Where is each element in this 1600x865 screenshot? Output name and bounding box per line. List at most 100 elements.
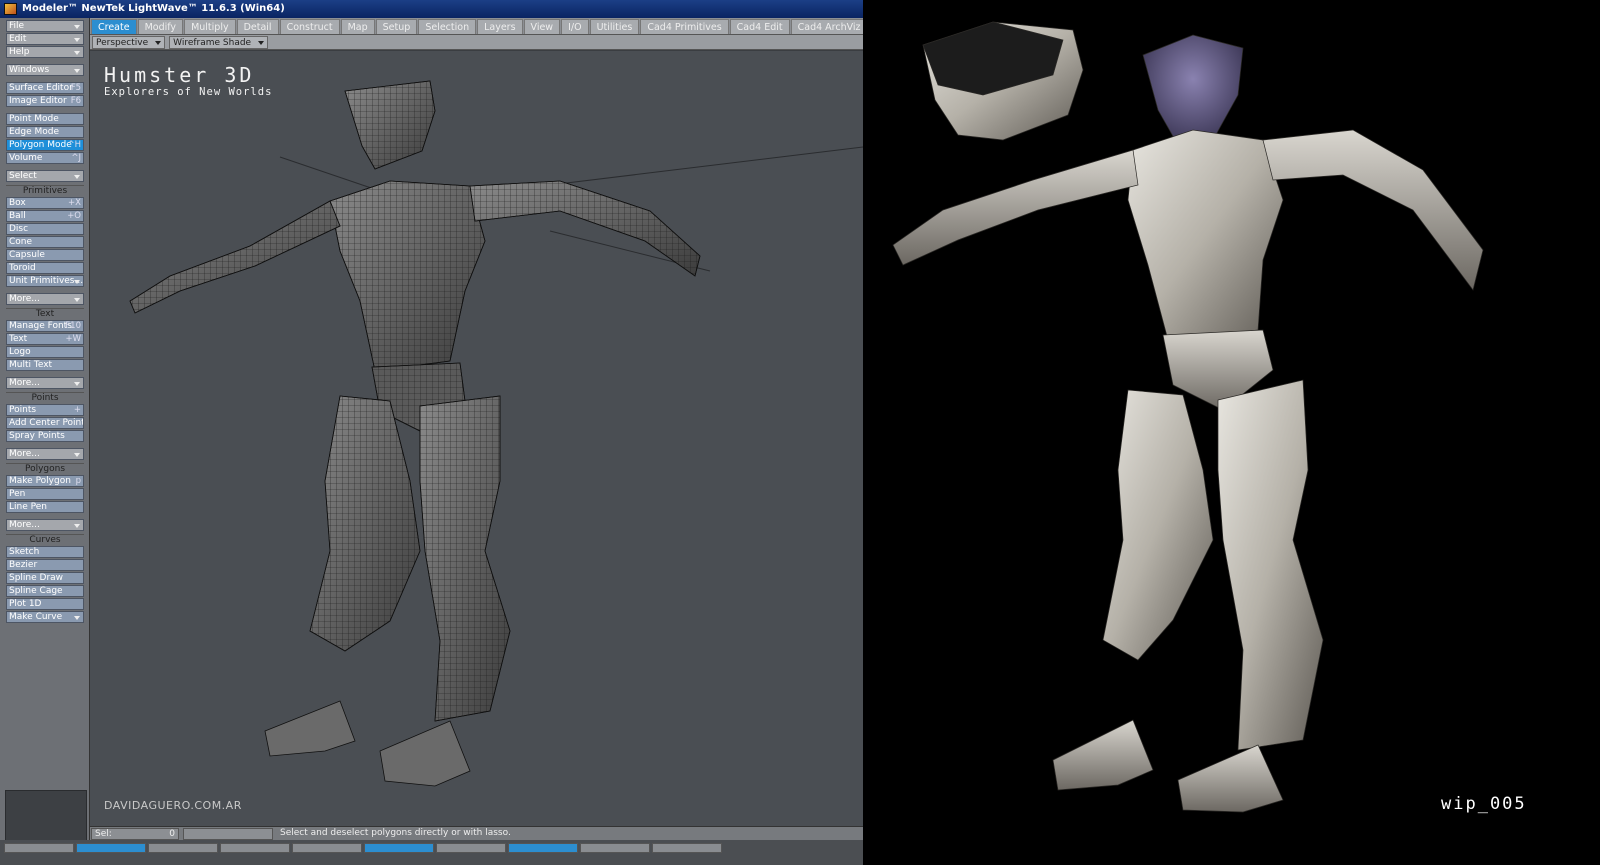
primitives-more-dropdown[interactable]: More...: [6, 293, 84, 305]
sketch-button[interactable]: Sketch: [6, 546, 84, 558]
tab-cad4-primitives[interactable]: Cad4 Primitives: [640, 19, 729, 34]
robot-body-render: [892, 21, 1484, 813]
surface-editor-button[interactable]: Surface Editor F5: [6, 82, 84, 94]
logo-tagline: Explorers of New Worlds: [104, 86, 273, 98]
edit-menu[interactable]: Edit: [6, 33, 84, 45]
modeler-window: Modeler™ NewTek LightWave™ 11.6.3 (Win64…: [0, 0, 863, 865]
bottom-control[interactable]: [436, 843, 506, 853]
bottom-control[interactable]: [364, 843, 434, 853]
shading-mode-dropdown[interactable]: Wireframe Shade: [169, 36, 269, 49]
bottom-control[interactable]: [508, 843, 578, 853]
bottom-control[interactable]: [652, 843, 722, 853]
toolbar-empty-panel: [5, 790, 87, 845]
wireframe-model: [129, 80, 863, 787]
text-button[interactable]: Text +W: [6, 333, 84, 345]
text-header: Text: [6, 308, 84, 319]
toroid-button[interactable]: Toroid: [6, 262, 84, 274]
render-preview: wip_005: [863, 0, 1600, 865]
chevron-down-icon: [258, 41, 265, 45]
chevron-down-icon: [74, 616, 80, 620]
unit-primitives-dropdown[interactable]: Unit Primitives...: [6, 275, 84, 287]
robot-render: [892, 21, 1484, 813]
tab-i-o[interactable]: I/O: [561, 19, 589, 34]
bottom-control[interactable]: [292, 843, 362, 853]
tab-selection[interactable]: Selection: [418, 19, 477, 34]
polygons-header: Polygons: [6, 463, 84, 474]
add-center-point-button[interactable]: Add Center Point: [6, 417, 84, 429]
chevron-down-icon: [74, 280, 80, 284]
view-type-dropdown[interactable]: Perspective: [92, 36, 166, 49]
tab-setup[interactable]: Setup: [375, 19, 418, 34]
chevron-down-icon: [74, 298, 80, 302]
tab-modify[interactable]: Modify: [137, 19, 184, 34]
select-dropdown[interactable]: Select: [6, 170, 84, 182]
ball-button[interactable]: Ball +O: [6, 210, 84, 222]
toolbar: File Edit Help Windows Surface Editor F5 …: [0, 18, 90, 865]
make-polygon-button[interactable]: Make Polygon p: [6, 475, 84, 487]
status-hint: Select and deselect polygons directly or…: [277, 827, 860, 840]
image-editor-button[interactable]: Image Editor F6: [6, 95, 84, 107]
bottom-control[interactable]: [4, 843, 74, 853]
bezier-button[interactable]: Bezier: [6, 559, 84, 571]
windows-menu[interactable]: Windows: [6, 64, 84, 76]
capsule-button[interactable]: Capsule: [6, 249, 84, 261]
bottom-control-strip: [0, 840, 863, 865]
help-menu[interactable]: Help: [6, 46, 84, 58]
point-mode-button[interactable]: Point Mode: [6, 113, 84, 125]
tab-detail[interactable]: Detail: [236, 19, 279, 34]
chevron-down-icon: [74, 38, 80, 42]
cone-button[interactable]: Cone: [6, 236, 84, 248]
logo-button[interactable]: Logo: [6, 346, 84, 358]
window-title: Modeler™ NewTek LightWave™ 11.6.3 (Win64…: [22, 3, 285, 14]
chevron-down-icon: [74, 382, 80, 386]
tab-construct[interactable]: Construct: [279, 19, 340, 34]
points-button[interactable]: Points +: [6, 404, 84, 416]
multi-text-button[interactable]: Multi Text: [6, 359, 84, 371]
plot-1d-button[interactable]: Plot 1D: [6, 598, 84, 610]
file-menu[interactable]: File: [6, 20, 84, 32]
chevron-down-icon: [74, 25, 80, 29]
bottom-control[interactable]: [76, 843, 146, 853]
tab-cad4-archviz[interactable]: Cad4 ArchViz: [790, 19, 863, 34]
make-curve-dropdown[interactable]: Make Curve: [6, 611, 84, 623]
points-header: Points: [6, 392, 84, 403]
manage-fonts-button[interactable]: Manage Fonts F10: [6, 320, 84, 332]
spray-points-button[interactable]: Spray Points: [6, 430, 84, 442]
polygon-mode-button[interactable]: Polygon Mode ^H: [6, 139, 84, 151]
polygons-more-dropdown[interactable]: More...: [6, 519, 84, 531]
title-bar: Modeler™ NewTek LightWave™ 11.6.3 (Win64…: [0, 0, 863, 18]
tab-map[interactable]: Map: [340, 19, 375, 34]
chevron-down-icon: [74, 453, 80, 457]
edge-mode-button[interactable]: Edge Mode: [6, 126, 84, 138]
curves-header: Curves: [6, 534, 84, 545]
spline-draw-button[interactable]: Spline Draw: [6, 572, 84, 584]
viewport-header: Perspective Wireframe Shade: [90, 35, 863, 50]
tab-utilities[interactable]: Utilities: [589, 19, 640, 34]
tab-create[interactable]: Create: [91, 19, 137, 34]
bottom-control[interactable]: [220, 843, 290, 853]
line-pen-button[interactable]: Line Pen: [6, 501, 84, 513]
bottom-control[interactable]: [148, 843, 218, 853]
tab-cad4-edit[interactable]: Cad4 Edit: [729, 19, 790, 34]
tab-multiply[interactable]: Multiply: [184, 19, 236, 34]
tab-layers[interactable]: Layers: [477, 19, 523, 34]
tab-view[interactable]: View: [523, 19, 561, 34]
volume-mode-button[interactable]: Volume ^J: [6, 152, 84, 164]
box-button[interactable]: Box +X: [6, 197, 84, 209]
pen-button[interactable]: Pen: [6, 488, 84, 500]
disc-button[interactable]: Disc: [6, 223, 84, 235]
points-more-dropdown[interactable]: More...: [6, 448, 84, 460]
credit-text: DAVIDAGUERO.COM.AR: [104, 799, 242, 812]
tab-bar: Create Modify Multiply Detail Construct Map Se…: [90, 18, 863, 35]
perspective-viewport[interactable]: Humster 3D Explorers of New Worlds DAVID…: [90, 51, 863, 826]
text-more-dropdown[interactable]: More...: [6, 377, 84, 389]
primitives-header: Primitives: [6, 185, 84, 196]
chevron-down-icon: [74, 524, 80, 528]
spline-cage-button[interactable]: Spline Cage: [6, 585, 84, 597]
chevron-down-icon: [155, 41, 162, 45]
logo-title: Humster 3D: [104, 63, 255, 87]
watermark-logo: Humster 3D Explorers of New Worlds: [104, 63, 272, 98]
robot-wireframe: [129, 80, 701, 787]
status-spacer: [183, 827, 273, 840]
bottom-control[interactable]: [580, 843, 650, 853]
